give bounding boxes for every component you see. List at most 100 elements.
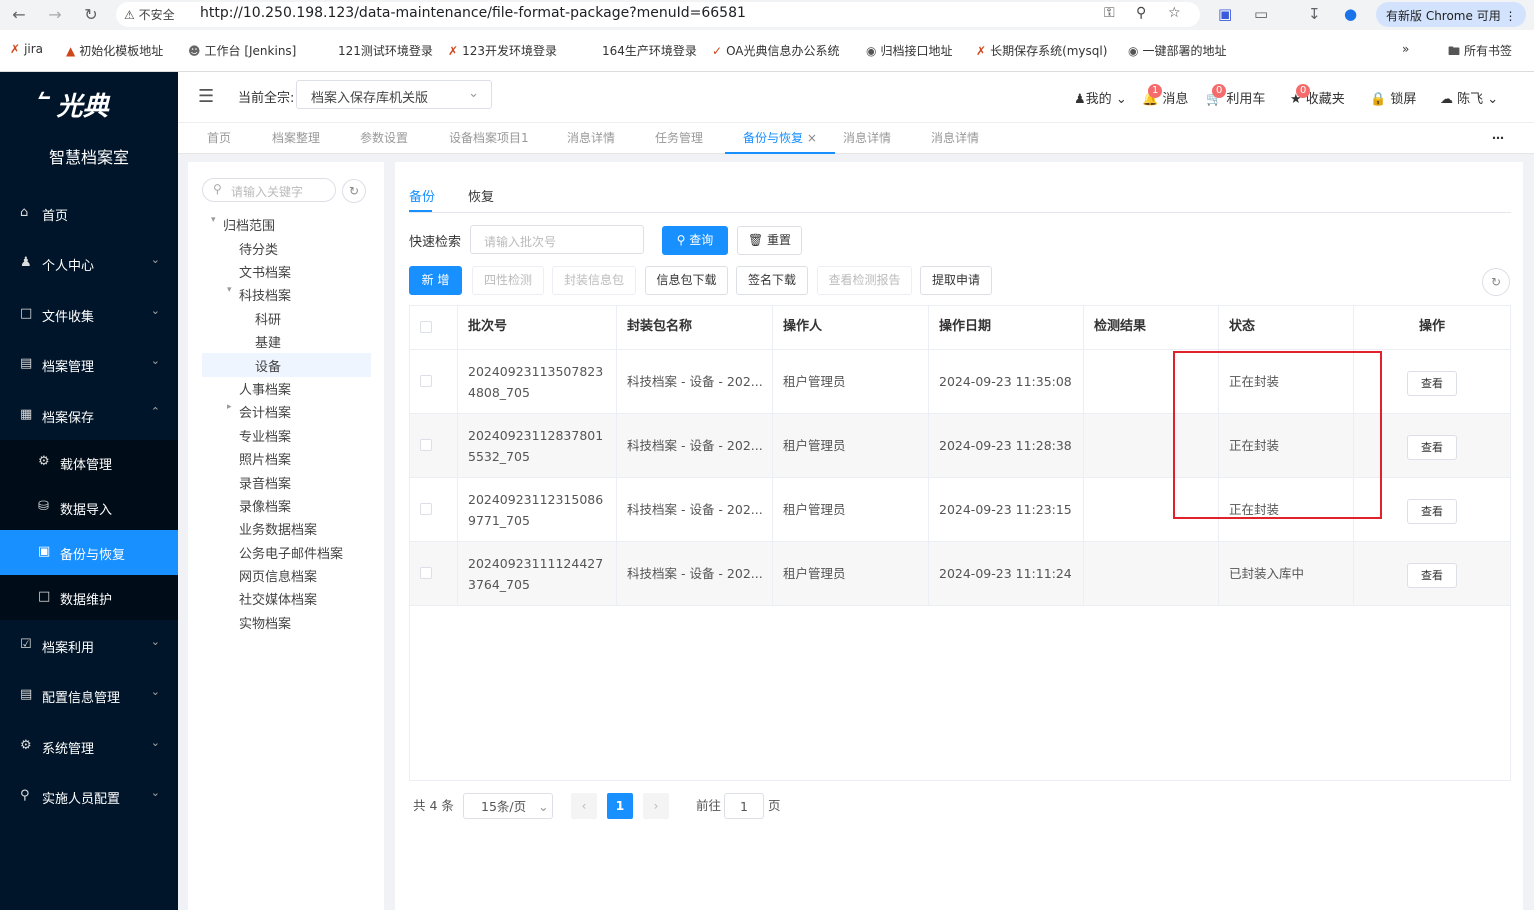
column-header[interactable]: 操作 [1354, 306, 1510, 350]
security-warning[interactable]: ⚠ 不安全 [124, 6, 175, 23]
view-button[interactable]: 查看 [1407, 563, 1457, 588]
star-icon[interactable]: ☆ [1168, 5, 1181, 21]
zoom-icon[interactable]: ⚲ [1136, 5, 1146, 21]
favorites-button[interactable]: ★ 0 收藏夹 [1290, 84, 1345, 107]
tab-home[interactable]: 首页 [207, 123, 231, 154]
tree-node[interactable]: 文书档案 [239, 262, 291, 281]
view-report-button[interactable]: 查看检测报告 [817, 266, 912, 295]
view-button[interactable]: 查看 [1407, 371, 1457, 396]
tab-message-1[interactable]: 消息详情 [567, 123, 615, 154]
tree-node[interactable]: 公务电子邮件档案 [239, 543, 343, 562]
sidebar-item-archive-save[interactable]: ▦ 档案保存 ⌃ [0, 393, 178, 438]
my-menu[interactable]: ♟我的 ⌄ [1074, 88, 1127, 107]
chrome-update-button[interactable]: 有新版 Chrome 可用 ⋮ [1376, 2, 1526, 27]
tree-node[interactable]: 录像档案 [239, 496, 291, 515]
reset-button[interactable]: 🗑 重置 [737, 226, 802, 255]
view-button[interactable]: 查看 [1407, 499, 1457, 524]
tree-node[interactable]: 人事档案 [239, 379, 291, 398]
url-input[interactable]: ⚠ 不安全 http://10.250.198.123/data-mainten… [116, 2, 1200, 27]
tree-refresh-icon[interactable]: ↻ [342, 179, 366, 203]
bookmark-mysql[interactable]: ✗ 长期保存系统(mysql) [976, 42, 1107, 59]
row-checkbox[interactable] [420, 439, 432, 451]
batch-search-input[interactable]: 请输入批次号 [470, 225, 644, 254]
bookmark-123[interactable]: ✗ 123开发环境登录 [448, 42, 557, 59]
tab-task[interactable]: 任务管理 [655, 123, 703, 154]
puzzle-icon[interactable]: ▭ [1254, 5, 1268, 23]
sidebar-item-personal[interactable]: ♟ 个人中心 ⌄ [0, 241, 178, 286]
bookmark-jenkins[interactable]: ☻ 工作台 [Jenkins] [188, 42, 296, 59]
bookmark-oa[interactable]: ✓ OA光典信息办公系统 [712, 42, 840, 59]
tab-message-2[interactable]: 消息详情 [843, 123, 891, 154]
column-header[interactable]: 批次号 [458, 306, 617, 350]
extension-icon[interactable]: ▣ [1218, 5, 1232, 23]
back-icon[interactable]: ← [8, 4, 30, 26]
package-info-button[interactable]: 封装信息包 [552, 266, 636, 295]
column-header[interactable]: 操作日期 [929, 306, 1084, 350]
signature-download-button[interactable]: 签名下载 [736, 266, 808, 295]
all-bookmarks[interactable]: 🖿 所有书签 [1448, 42, 1512, 63]
add-button[interactable]: 新 增 [409, 266, 462, 295]
tree-node[interactable]: 专业档案 [239, 426, 291, 445]
tree-search-input[interactable]: ⚲ 请输入关键字 [202, 178, 336, 202]
sidebar-item-utilize[interactable]: ☑ 档案利用 ⌄ [0, 623, 178, 668]
sidebar-item-maintain[interactable]: □ 数据维护 [0, 575, 178, 620]
reload-icon[interactable]: ↻ [80, 4, 102, 26]
tab-backup[interactable]: 备份与恢复 × [725, 123, 835, 154]
bookmark-121[interactable]: 121测试环境登录 [338, 42, 433, 59]
tree-node[interactable]: 科研 [255, 309, 281, 328]
tab-restore-sub[interactable]: 恢复 [468, 186, 494, 205]
page-number[interactable]: 1 [607, 793, 633, 819]
sidebar-item-config[interactable]: ▤ 配置信息管理 ⌄ [0, 673, 178, 718]
bookmark-deploy[interactable]: ◉ 一键部署的地址 [1128, 42, 1227, 59]
bookmark-jira[interactable]: ✗ jira [10, 42, 43, 56]
more-tabs-icon[interactable]: ⋯ [1492, 123, 1504, 154]
tab-message-3[interactable]: 消息详情 [931, 123, 979, 154]
bookmark-164[interactable]: 164生产环境登录 [602, 42, 697, 59]
query-button[interactable]: ⚲ 查询 [662, 226, 728, 255]
tree-node[interactable]: 待分类 [239, 239, 278, 258]
sidebar-item-carrier[interactable]: ⚙ 载体管理 [0, 440, 178, 485]
tree-node[interactable]: 业务数据档案 [239, 519, 317, 538]
package-download-button[interactable]: 信息包下载 [645, 266, 728, 295]
tab-archive-arrange[interactable]: 档案整理 [272, 123, 320, 154]
sidebar-item-import[interactable]: ⛁ 数据导入 [0, 485, 178, 530]
select-all-checkbox[interactable] [420, 321, 432, 333]
forward-icon[interactable]: → [44, 4, 66, 26]
more-bookmarks-icon[interactable]: » [1402, 42, 1409, 56]
tab-backup-sub[interactable]: 备份 [409, 186, 435, 205]
row-checkbox[interactable] [420, 503, 432, 515]
tab-equipment[interactable]: 设备档案项目1 [449, 123, 529, 154]
cart-button[interactable]: 🛒 0 利用车 [1206, 84, 1265, 107]
key-icon[interactable]: ⚿ [1104, 5, 1115, 21]
page-size-select[interactable]: 15条/页 ⌄ [463, 793, 553, 819]
sidebar-item-archive-manage[interactable]: ▤ 档案管理 ⌄ [0, 342, 178, 387]
tree-node[interactable]: 社交媒体档案 [239, 589, 317, 608]
tab-params[interactable]: 参数设置 [360, 123, 408, 154]
row-checkbox[interactable] [420, 567, 432, 579]
view-button[interactable]: 查看 [1407, 435, 1457, 460]
column-header[interactable]: 封装包名称 [617, 306, 773, 350]
sidebar-item-collect[interactable]: □ 文件收集 ⌄ [0, 292, 178, 337]
extract-request-button[interactable]: 提取申请 [920, 266, 992, 295]
column-header[interactable]: 状态 [1219, 306, 1354, 350]
prev-page-icon[interactable]: ‹ [571, 793, 597, 819]
url-text[interactable]: http://10.250.198.123/data-maintenance/f… [200, 5, 746, 21]
user-menu[interactable]: ☁ 陈飞 ⌄ [1440, 88, 1498, 107]
bookmark-archive-api[interactable]: ◉ 归档接口地址 [866, 42, 953, 59]
lock-button[interactable]: 🔒 锁屏 [1370, 88, 1416, 107]
sidebar-item-implement[interactable]: ⚲ 实施人员配置 ⌄ [0, 774, 178, 819]
sidebar-item-home[interactable]: ⌂ 首页 [0, 191, 178, 236]
row-checkbox[interactable] [420, 375, 432, 387]
sidebar-item-backup[interactable]: ▣ 备份与恢复 [0, 530, 178, 575]
column-header[interactable]: 检测结果 [1084, 306, 1219, 350]
four-check-button[interactable]: 四性检测 [472, 266, 544, 295]
goto-page-input[interactable]: 1 [724, 793, 764, 819]
bookmark-template[interactable]: ▲ 初始化模板地址 [66, 42, 163, 59]
tree-node[interactable]: 录音档案 [239, 473, 291, 492]
profile-icon[interactable]: ● [1344, 5, 1357, 23]
fonds-select[interactable]: 档案入保存库机关版 ⌄ [296, 80, 492, 109]
tree-node[interactable]: ▸ 会计档案 [227, 402, 291, 421]
tree-node[interactable]: 实物档案 [239, 613, 291, 632]
column-header[interactable]: 操作人 [773, 306, 929, 350]
messages-button[interactable]: 🔔 1 消息 [1142, 84, 1188, 107]
